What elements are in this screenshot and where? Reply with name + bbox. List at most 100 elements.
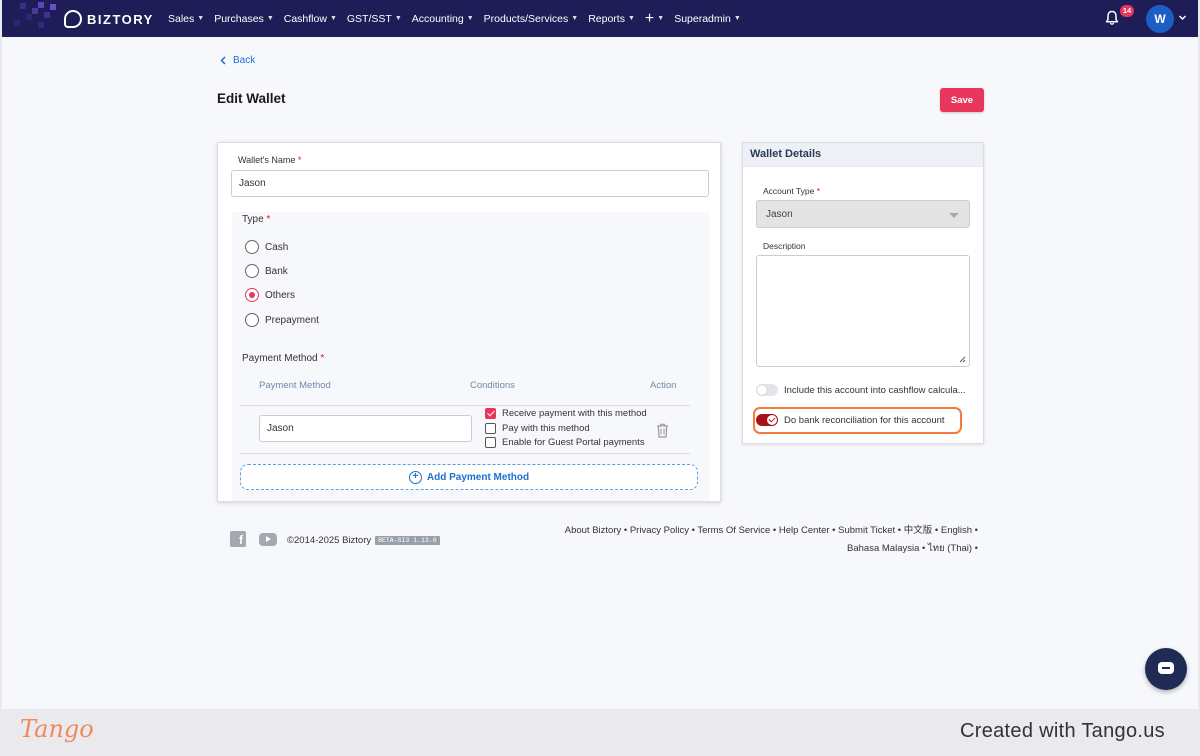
type-option-bank[interactable]: Bank (245, 264, 288, 278)
nav-quick-add[interactable]: + ▼ (644, 9, 665, 27)
main-menu: Sales ▼ Purchases ▼ Cashflow ▼ GST/SST ▼ Acc… (168, 0, 751, 37)
required-mark: * (320, 353, 325, 364)
chevron-down-icon: ▼ (197, 15, 205, 22)
nav-label: GST/SST (346, 12, 392, 25)
footer-links-line[interactable]: Bahasa Malaysia • ไทย (Thai) • (542, 540, 978, 558)
plus-icon: + (644, 9, 655, 27)
condition-receive[interactable]: Receive payment with this method (485, 408, 647, 419)
include-cashflow-toggle-row[interactable]: Include this account into cashflow calcu… (756, 384, 966, 396)
nav-sales[interactable]: Sales ▼ (168, 13, 204, 25)
add-payment-method-button[interactable]: + Add Payment Method (240, 464, 698, 490)
trash-icon[interactable] (656, 423, 669, 438)
nav-label: Accounting (411, 12, 464, 25)
facebook-icon[interactable]: f (230, 531, 246, 547)
nav-label: Products/Services (483, 12, 569, 25)
label-text: Payment Method (242, 353, 318, 364)
payment-method-input[interactable]: Jason (259, 415, 472, 442)
option-label: Cash (265, 241, 289, 253)
required-mark: * (816, 186, 821, 196)
wallet-name-input[interactable]: Jason (231, 170, 709, 197)
user-avatar[interactable]: W (1146, 5, 1174, 33)
button-label: Add Payment Method (426, 471, 530, 483)
chevron-down-icon[interactable] (1178, 13, 1187, 22)
label-text: Type (242, 214, 264, 225)
type-section: Type * Cash Bank Others Prepayment Payme… (232, 212, 709, 501)
nav-label: Purchases (214, 12, 264, 25)
copyright: ©2014-2025 Biztory BETA-SI3 1.13.0 (287, 535, 440, 546)
condition-guest-portal[interactable]: Enable for Guest Portal payments (485, 437, 645, 448)
checkbox-checked[interactable] (485, 408, 496, 419)
column-header-payment-method: Payment Method (259, 380, 331, 391)
youtube-icon[interactable] (259, 533, 277, 546)
nav-accounting[interactable]: Accounting ▼ (412, 13, 474, 25)
tutorial-highlight (753, 407, 962, 434)
bell-icon[interactable] (1105, 10, 1119, 26)
type-option-others[interactable]: Others (245, 288, 295, 302)
account-type-select[interactable]: Jason (756, 200, 970, 228)
radio-button-selected[interactable] (245, 288, 259, 302)
condition-pay[interactable]: Pay with this method (485, 423, 590, 434)
dropdown-arrow-icon (949, 213, 959, 218)
type-option-cash[interactable]: Cash (245, 240, 288, 254)
type-label: Type * (242, 214, 270, 225)
nav-label: Cashflow (283, 12, 327, 25)
nav-reports[interactable]: Reports ▼ (588, 13, 635, 25)
version-badge: BETA-SI3 1.13.0 (375, 536, 440, 545)
column-header-conditions: Conditions (470, 380, 515, 391)
app-window: BIZTORY Sales ▼ Purchases ▼ Cashflow ▼ GST/… (2, 0, 1198, 709)
save-button[interactable]: Save (940, 88, 984, 112)
condition-label: Pay with this method (502, 423, 590, 434)
nav-superadmin[interactable]: Superadmin ▼ (674, 13, 741, 25)
chevron-down-icon: ▼ (657, 15, 665, 22)
footer-links[interactable]: About Biztory • Privacy Policy • Terms O… (542, 522, 978, 557)
type-option-prepayment[interactable]: Prepayment (245, 313, 319, 327)
toggle-knob (757, 385, 767, 395)
checkbox[interactable] (485, 437, 496, 448)
chat-icon (1158, 662, 1174, 674)
resize-grip-icon[interactable] (958, 355, 966, 363)
checkbox[interactable] (485, 423, 496, 434)
nav-products-services[interactable]: Products/Services ▼ (484, 13, 579, 25)
chevron-down-icon: ▼ (394, 15, 402, 22)
nav-purchases[interactable]: Purchases ▼ (214, 13, 274, 25)
copyright-text: ©2014-2025 Biztory (287, 535, 372, 546)
tango-credit: Created with Tango.us (960, 720, 1165, 742)
biztory-logo-icon (64, 10, 82, 28)
wallet-details-card: Wallet Details Account Type * Jason Desc… (742, 142, 984, 444)
option-label: Bank (265, 265, 288, 277)
wallet-form-card: Wallet's Name * Jason Type * Cash Bank O… (217, 142, 721, 502)
nav-cashflow[interactable]: Cashflow ▼ (284, 13, 337, 25)
label-text: Wallet's Name (238, 155, 296, 165)
wallet-details-title: Wallet Details (743, 143, 983, 167)
account-type-label: Account Type * (763, 186, 820, 196)
top-navbar: BIZTORY Sales ▼ Purchases ▼ Cashflow ▼ GST/… (2, 0, 1198, 37)
chevron-down-icon: ▼ (571, 15, 579, 22)
chevron-down-icon: ▼ (466, 15, 474, 22)
add-circle-icon: + (408, 470, 422, 484)
biztory-logo[interactable]: BIZTORY (64, 9, 154, 29)
payment-method-label: Payment Method * (242, 353, 324, 364)
tango-logo: Tango (20, 715, 94, 743)
back-label: Back (233, 55, 256, 66)
option-label: Others (265, 289, 296, 301)
back-link[interactable]: Back (220, 55, 255, 66)
notification-badge: 14 (1120, 5, 1134, 17)
wallet-name-label: Wallet's Name * (238, 155, 301, 165)
radio-button[interactable] (245, 313, 259, 327)
page-title: Edit Wallet (217, 91, 286, 106)
description-textarea[interactable] (756, 255, 970, 367)
chevron-down-icon: ▼ (329, 15, 337, 22)
radio-button[interactable] (245, 264, 259, 278)
radio-button[interactable] (245, 240, 259, 254)
chat-button[interactable] (1145, 648, 1187, 690)
nav-gst-sst[interactable]: GST/SST ▼ (347, 13, 402, 25)
option-label: Prepayment (265, 314, 319, 326)
nav-label: Superadmin (674, 12, 731, 25)
table-divider (240, 405, 690, 406)
nav-label: Sales (168, 12, 195, 25)
toggle-switch-off[interactable] (756, 384, 778, 396)
table-divider (240, 453, 690, 454)
condition-label: Enable for Guest Portal payments (502, 437, 645, 448)
footer-links-line[interactable]: About Biztory • Privacy Policy • Terms O… (542, 522, 978, 540)
toggle-label: Include this account into cashflow calcu… (784, 384, 966, 396)
